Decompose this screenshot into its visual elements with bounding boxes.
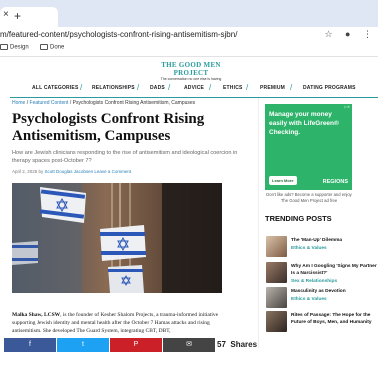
email-icon: ✉ <box>186 341 192 348</box>
facebook-icon: f <box>29 341 31 348</box>
breadcrumb-home[interactable]: Home <box>12 100 25 106</box>
nav-divider: / <box>168 83 171 92</box>
publish-date: April 2, 2025 by <box>12 169 44 174</box>
nav-divider: / <box>137 83 140 92</box>
bookmark-star-icon[interactable]: ☆ <box>324 29 332 39</box>
trending-thumbnail[interactable] <box>266 287 287 308</box>
trending-thumbnail[interactable] <box>266 262 287 283</box>
bookmark-done[interactable]: Done <box>40 44 64 51</box>
ad-choices-icon[interactable]: ▷✕ <box>344 105 350 109</box>
main-nav: ALL CATEGORIES / RELATIONSHIPS / DADS / … <box>0 82 378 94</box>
article-subtitle: How are Jewish clinicians responding to … <box>12 150 238 164</box>
trending-item[interactable]: Why Am I Googling 'Signs My Partner Is a… <box>266 262 378 288</box>
trending-item[interactable]: Masculinity as Devotion Ethics & Values <box>266 287 378 313</box>
breadcrumb-current: Psychologists Confront Rising Antisemiti… <box>72 100 196 106</box>
featured-image <box>12 183 222 293</box>
nav-relationships[interactable]: RELATIONSHIPS <box>92 85 135 91</box>
trending-thumbnail[interactable] <box>266 311 287 332</box>
article-title: Psychologists Confront Rising Antisemiti… <box>12 111 205 144</box>
lead-name: Malka Shaw, LCSW <box>12 312 61 318</box>
new-tab-button[interactable]: + <box>14 9 21 23</box>
folder-icon <box>0 44 8 50</box>
nav-dads[interactable]: DADS <box>150 85 165 91</box>
author-link[interactable]: Scott Douglas Jacobsen <box>45 169 94 174</box>
trending-title[interactable]: Masculinity as Devotion <box>291 289 377 296</box>
trending-thumbnail[interactable] <box>266 236 287 257</box>
header-divider <box>10 97 378 98</box>
trending-item[interactable]: The 'Man-Up' Dilemma Ethics & Values <box>266 236 378 262</box>
browser-window: × + m/featured-content/psychologists-con… <box>0 0 378 378</box>
nav-divider: / <box>246 83 249 92</box>
ad-free-note[interactable]: Don't like ads? Become a supporter and e… <box>266 192 352 204</box>
browser-tab[interactable]: × <box>0 7 58 27</box>
ad-learn-more-button[interactable]: Learn More <box>269 176 297 185</box>
trending-category[interactable]: Sex & Relationships <box>291 279 337 284</box>
pinterest-share-button[interactable]: P <box>110 338 162 352</box>
trending-category[interactable]: Ethics & Values <box>291 246 327 251</box>
sidebar-divider <box>258 98 259 348</box>
logo-tagline: The conversation no one else is having <box>160 77 222 81</box>
nav-divider: / <box>209 83 212 92</box>
twitter-share-button[interactable]: t <box>57 338 109 352</box>
byline: April 2, 2025 by Scott Douglas Jacobsen … <box>12 169 131 174</box>
trending-heading: TRENDING POSTS <box>265 214 332 223</box>
ad-headline: Manage your money easily with LifeGreen®… <box>269 111 339 136</box>
nav-ethics[interactable]: ETHICS <box>223 85 243 91</box>
trending-title[interactable]: Why Am I Googling 'Signs My Partner Is a… <box>291 264 377 277</box>
address-bar[interactable]: m/featured-content/psychologists-confron… <box>0 27 378 44</box>
share-bar: f t P ✉ <box>4 338 215 352</box>
twitter-icon: t <box>82 341 84 348</box>
bookmark-design[interactable]: Design <box>0 44 29 51</box>
profile-icon[interactable]: ● <box>345 29 350 39</box>
email-share-button[interactable]: ✉ <box>163 338 215 352</box>
breadcrumb-section[interactable]: Featured Content <box>30 100 69 106</box>
ad-bank-logo: REGIONS <box>322 179 348 185</box>
article-body: Malka Shaw, LCSW, is the founder of Kesh… <box>12 311 238 335</box>
trending-category[interactable]: Ethics & Values <box>291 297 327 302</box>
nav-advice[interactable]: ADVICE <box>184 85 204 91</box>
nav-divider: / <box>80 83 83 92</box>
comment-link[interactable]: Leave a Comment <box>94 169 131 174</box>
flags-photo-icon <box>12 183 222 293</box>
trending-title[interactable]: Rites of Passage: The Hope for the Futur… <box>291 313 377 326</box>
trending-title[interactable]: The 'Man-Up' Dilemma <box>291 238 377 245</box>
folder-icon <box>40 44 48 50</box>
nav-premium[interactable]: PREMIUM <box>260 85 285 91</box>
nav-dating-programs[interactable]: DATING PROGRAMS <box>303 85 356 91</box>
pinterest-icon: P <box>133 341 139 348</box>
logo-text: THE GOOD MEN PROJECT <box>161 61 221 77</box>
site-logo[interactable]: THE GOOD MEN PROJECT The conversation no… <box>143 61 239 81</box>
sidebar-ad[interactable]: ▷✕ Manage your money easily with LifeGre… <box>265 104 352 190</box>
url-text[interactable]: m/featured-content/psychologists-confron… <box>0 30 237 39</box>
bookmarks-bar: Design Done <box>0 44 378 57</box>
breadcrumb: Home / Featured Content / Psychologists … <box>12 100 196 106</box>
nav-divider: / <box>290 83 293 92</box>
trending-item[interactable]: Rites of Passage: The Hope for the Futur… <box>266 311 378 337</box>
menu-icon[interactable]: ⋮ <box>363 29 372 39</box>
nav-all-categories[interactable]: ALL CATEGORIES <box>32 85 79 91</box>
tab-strip: × + <box>0 0 378 27</box>
share-count: 57 Shares <box>217 340 258 349</box>
close-tab-icon[interactable]: × <box>3 9 9 20</box>
facebook-share-button[interactable]: f <box>4 338 56 352</box>
